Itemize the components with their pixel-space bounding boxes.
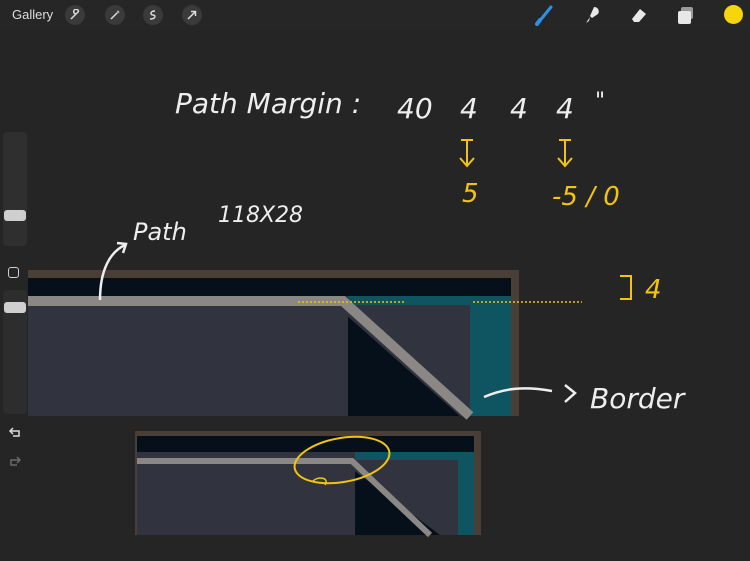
magic-wand-icon[interactable] xyxy=(105,5,125,25)
path-size-label: 118X28 xyxy=(218,203,303,228)
top-toolbar: Gallery xyxy=(0,0,750,30)
brush-size-handle[interactable] xyxy=(4,210,26,221)
modify-button[interactable] xyxy=(8,267,19,278)
small-widget-illustration xyxy=(135,431,481,538)
large-widget-illustration xyxy=(28,270,519,420)
opacity-handle[interactable] xyxy=(4,302,26,313)
bracket-value: 4 xyxy=(645,275,662,305)
redo-icon[interactable] xyxy=(8,454,22,468)
selection-icon[interactable] xyxy=(143,5,163,25)
margin-value-4: 4 xyxy=(556,92,574,125)
drawing-canvas[interactable]: Path Margin : 40 4 4 4 " 5 -5 / 0 Path 1… xyxy=(0,30,750,561)
gallery-button[interactable]: Gallery xyxy=(12,7,53,22)
smudge-icon[interactable] xyxy=(581,4,603,26)
wrench-icon[interactable] xyxy=(65,5,85,25)
color-swatch[interactable] xyxy=(724,5,743,24)
transform-icon[interactable] xyxy=(182,5,202,25)
undo-icon[interactable] xyxy=(8,425,22,439)
canvas-drawing: Path Margin : 40 4 4 4 " 5 -5 / 0 Path 1… xyxy=(28,87,686,538)
margin-change-second: -5 / 0 xyxy=(552,182,620,212)
eraser-icon[interactable] xyxy=(628,4,650,26)
path-label: Path xyxy=(133,218,187,246)
margin-value-2: 4 xyxy=(460,92,478,125)
margin-value-1: 40 xyxy=(397,92,433,125)
brush-icon[interactable] xyxy=(534,4,556,26)
border-label: Border xyxy=(590,382,686,415)
margin-value-unit: " xyxy=(595,89,605,114)
layers-icon[interactable] xyxy=(675,4,697,26)
margin-change-first: 5 xyxy=(462,179,479,209)
opacity-slider[interactable] xyxy=(3,290,27,414)
brush-size-slider[interactable] xyxy=(3,132,27,246)
margin-value-3: 4 xyxy=(510,92,528,125)
path-margin-label: Path Margin : xyxy=(175,87,361,120)
